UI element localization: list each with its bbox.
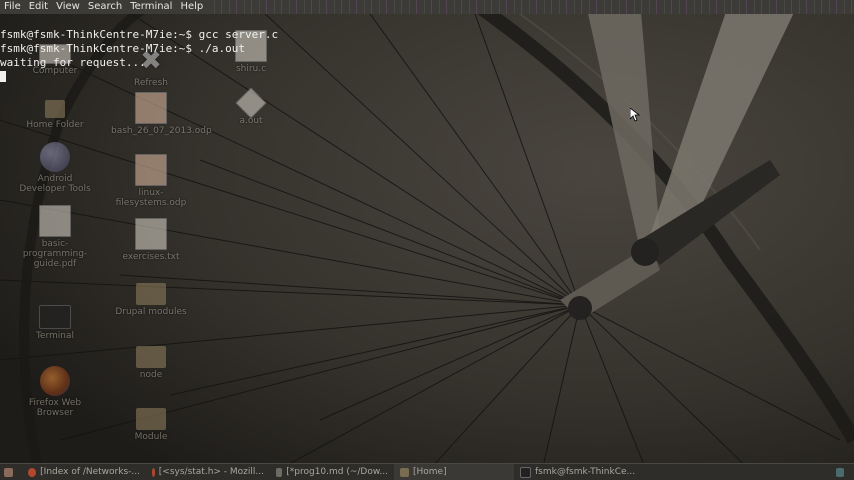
desktop-icon-label: Android Developer Tools (19, 174, 91, 194)
eclipse-icon (40, 142, 70, 172)
desktop-icon-label: bash_26_07_2013.odp (111, 126, 212, 136)
desktop-icon-label: a.out (239, 116, 263, 126)
taskbar-item-label: [*prog10.md (~/Dow... (286, 467, 388, 477)
menu-file[interactable]: File (0, 0, 25, 14)
taskbar: [Index of /Networks-... [<sys/stat.h> - … (0, 463, 854, 480)
menu-edit[interactable]: Edit (25, 0, 52, 14)
taskbar-item-editor[interactable]: [*prog10.md (~/Dow... (270, 464, 394, 480)
terminal-line: waiting for request... (0, 56, 146, 69)
desktop-icon-android-developer-tools[interactable]: Android Developer Tools (15, 142, 95, 194)
taskbar-item-label: [<sys/stat.h> - Mozill... (158, 467, 264, 477)
desktop-icon-drupal-modules[interactable]: Drupal modules (111, 283, 191, 317)
desktop-icon-basic-programming-guide[interactable]: basic-programming-guide.pdf (15, 205, 95, 269)
taskbar-item-label: fsmk@fsmk-ThinkCe... (535, 467, 636, 477)
desktop-icon-exercises-txt[interactable]: exercises.txt (111, 218, 191, 262)
folder-icon (136, 346, 166, 368)
show-desktop-button[interactable] (0, 464, 22, 480)
desktop-icon-linux-filesystems[interactable]: linux-filesystems.odp (111, 154, 191, 208)
workspace-icon (836, 467, 844, 477)
taskbar-item-terminal[interactable]: fsmk@fsmk-ThinkCe... (514, 464, 644, 480)
terminal-line: fsmk@fsmk-ThinkCentre-M7ie:~$ ./a.out (0, 42, 246, 55)
text-file-icon (135, 218, 167, 250)
terminal-menubar: File Edit View Search Terminal Help (0, 0, 854, 14)
desktop-icon-label: basic-programming-guide.pdf (22, 239, 88, 269)
terminal-icon (39, 305, 71, 329)
desktop-icon-label: Drupal modules (115, 307, 187, 317)
taskbar-item-firefox-stat[interactable]: [<sys/stat.h> - Mozill... (146, 464, 270, 480)
terminal-icon (520, 466, 531, 478)
desktop-icon-label: linux-filesystems.odp (115, 188, 187, 208)
folder-icon (136, 408, 166, 430)
firefox-icon (28, 467, 37, 477)
desktop-icon-label: Terminal (35, 331, 75, 341)
mouse-pointer-icon (630, 108, 640, 122)
desktop-icon-label: node (139, 370, 163, 380)
terminal-output[interactable]: fsmk@fsmk-ThinkCentre-M7ie:~$ gcc server… (0, 14, 278, 98)
desktop-icon-module[interactable]: Module (111, 408, 191, 442)
workspace-switcher[interactable] (830, 464, 854, 480)
taskbar-item-home[interactable]: [Home] (394, 464, 514, 480)
desktop-icon-label: Home Folder (26, 120, 84, 130)
desktop-icon-node[interactable]: node (111, 346, 191, 380)
desktop-icon-label: Module (134, 432, 168, 442)
desktop-icon-terminal[interactable]: Terminal (15, 305, 95, 341)
menu-help[interactable]: Help (176, 0, 207, 14)
folder-icon (400, 467, 409, 477)
desktop-icon-bash-odp[interactable]: bash_26_07_2013.odp (111, 92, 212, 136)
firefox-icon (40, 366, 70, 396)
menu-view[interactable]: View (52, 0, 84, 14)
taskbar-item-label: [Index of /Networks-... (40, 467, 140, 477)
terminal-line: fsmk@fsmk-ThinkCentre-M7ie:~$ gcc server… (0, 28, 279, 41)
menu-terminal[interactable]: Terminal (126, 0, 176, 14)
desktop-icon-label: Firefox Web Browser (28, 398, 82, 418)
show-desktop-icon (4, 467, 13, 477)
folder-icon (136, 283, 166, 305)
home-folder-icon (45, 100, 65, 118)
desktop-icon-label: exercises.txt (122, 252, 180, 262)
desktop-icon-home-folder[interactable]: Home Folder (15, 100, 95, 130)
pdf-icon (39, 205, 71, 237)
taskbar-item-label: [Home] (413, 467, 447, 477)
presentation-icon (135, 154, 167, 186)
editor-icon (276, 467, 283, 477)
window-strip (207, 0, 854, 14)
firefox-icon (152, 467, 155, 477)
taskbar-item-firefox-index[interactable]: [Index of /Networks-... (22, 464, 146, 480)
terminal-cursor (0, 71, 6, 82)
desktop-icon-firefox[interactable]: Firefox Web Browser (15, 366, 95, 418)
menu-search[interactable]: Search (84, 0, 126, 14)
